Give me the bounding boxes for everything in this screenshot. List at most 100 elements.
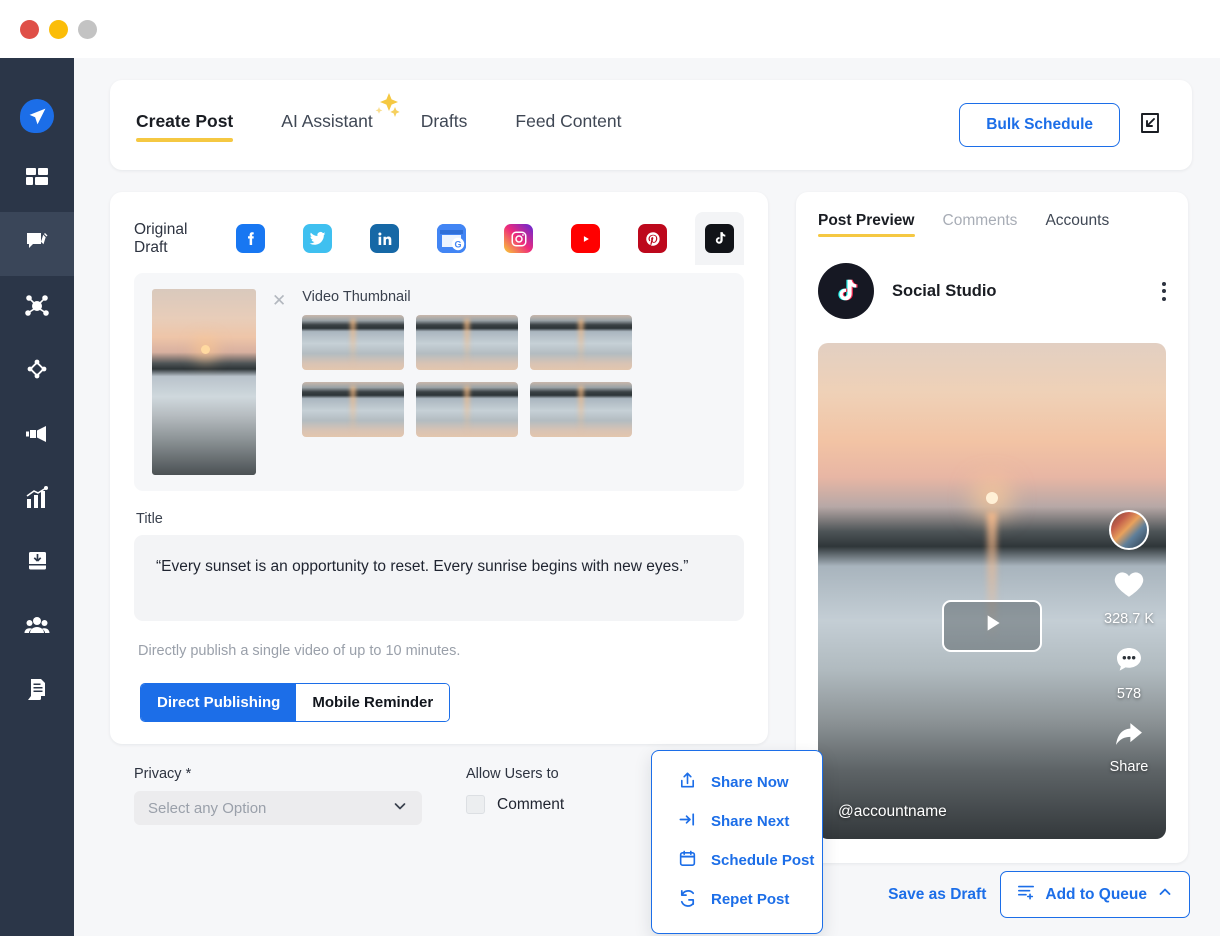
repeat-refresh-icon: [678, 888, 697, 911]
add-to-queue-icon: [1017, 883, 1035, 906]
save-as-draft-button[interactable]: Save as Draft: [888, 886, 986, 904]
sidebar: [0, 58, 74, 936]
tab-drafts[interactable]: Drafts: [421, 111, 468, 140]
sidebar-item-network[interactable]: [0, 276, 74, 340]
thumbnail-option[interactable]: [530, 382, 632, 437]
menu-item-repeat-post-label: Repet Post: [711, 891, 789, 908]
tab-ai-assistant[interactable]: AI Assistant: [281, 111, 372, 140]
window-minimize-button[interactable]: [49, 20, 68, 39]
sidebar-item-reports[interactable]: [0, 660, 74, 724]
header-actions: Bulk Schedule: [959, 103, 1162, 147]
youtube-icon: [571, 224, 600, 253]
network-tab-youtube[interactable]: [561, 212, 628, 265]
thumbnail-option[interactable]: [302, 315, 404, 370]
menu-item-share-now[interactable]: Share Now: [652, 763, 822, 802]
menu-item-schedule-post[interactable]: Schedule Post: [652, 841, 822, 880]
menu-item-share-next[interactable]: Share Next: [652, 802, 822, 841]
chevron-down-icon: [392, 798, 408, 818]
tab-feed-content[interactable]: Feed Content: [515, 111, 621, 140]
sidebar-item-engage[interactable]: [0, 340, 74, 404]
thumbnail-option[interactable]: [530, 315, 632, 370]
title-input[interactable]: “Every sunset is an opportunity to reset…: [134, 535, 744, 621]
allow-users-field: Allow Users to Comment: [466, 766, 564, 814]
ai-sparkle-icon: [359, 85, 407, 138]
menu-item-share-now-label: Share Now: [711, 774, 789, 791]
network-tab-google-business[interactable]: G: [427, 212, 494, 265]
sidebar-item-dashboard[interactable]: [0, 148, 74, 212]
privacy-label: Privacy *: [134, 766, 422, 782]
comment-count: 578: [1117, 686, 1141, 702]
sidebar-item-compose[interactable]: [0, 212, 74, 276]
add-to-queue-label: Add to Queue: [1045, 886, 1147, 904]
twitter-icon: [303, 224, 332, 253]
video-preview[interactable]: 328.7 K 578 Share @accountname: [818, 343, 1166, 839]
arrow-to-line-icon: [678, 810, 697, 833]
tab-feed-content-label: Feed Content: [515, 111, 621, 131]
composer-card: Original Draft: [110, 192, 768, 744]
tab-post-preview[interactable]: Post Preview: [818, 212, 915, 237]
menu-item-repeat-post[interactable]: Repet Post: [652, 880, 822, 919]
kebab-menu-icon[interactable]: [1162, 282, 1166, 301]
tab-create-post[interactable]: Create Post: [136, 111, 233, 140]
sidebar-item-logo[interactable]: [0, 84, 74, 148]
mobile-reminder-button[interactable]: Mobile Reminder: [296, 684, 449, 721]
privacy-select-value: Select any Option: [148, 800, 266, 817]
share-upload-icon: [678, 771, 697, 794]
direct-publishing-button[interactable]: Direct Publishing: [141, 684, 296, 721]
privacy-select[interactable]: Select any Option: [134, 791, 422, 825]
heart-icon[interactable]: [1112, 567, 1146, 606]
svg-text:G: G: [454, 240, 461, 250]
sidebar-item-campaigns[interactable]: [0, 404, 74, 468]
main-video-thumbnail[interactable]: [152, 289, 256, 475]
tab-comments[interactable]: Comments: [943, 212, 1018, 237]
network-tab-pinterest[interactable]: [628, 212, 695, 265]
expand-editor-icon[interactable]: [1138, 111, 1162, 140]
network-tab-twitter[interactable]: [293, 212, 360, 265]
tab-accounts-label: Accounts: [1045, 212, 1109, 229]
creator-avatar[interactable]: [1109, 510, 1149, 550]
composer-actions: Save as Draft Add to Queue: [888, 871, 1190, 918]
tab-comments-label: Comments: [943, 212, 1018, 229]
post-preview-card: Post Preview Comments Accounts: [796, 192, 1188, 863]
megaphone-icon: [24, 421, 50, 452]
instagram-icon: [504, 224, 533, 253]
play-button[interactable]: [942, 600, 1042, 652]
comment-checkbox-label: Comment: [497, 796, 564, 814]
preview-tabs: Post Preview Comments Accounts: [818, 212, 1166, 237]
window-titlebar: [0, 0, 1220, 58]
tab-drafts-label: Drafts: [421, 111, 468, 131]
window-close-button[interactable]: [20, 20, 39, 39]
sidebar-item-analytics[interactable]: [0, 468, 74, 532]
tab-accounts[interactable]: Accounts: [1045, 212, 1109, 237]
network-tab-facebook[interactable]: [226, 212, 293, 265]
thumbnail-option[interactable]: [416, 315, 518, 370]
bulk-schedule-button[interactable]: Bulk Schedule: [959, 103, 1120, 147]
allow-users-label: Allow Users to: [466, 766, 564, 782]
add-to-queue-button[interactable]: Add to Queue: [1000, 871, 1190, 918]
engagement-rail: 328.7 K 578 Share: [1104, 510, 1154, 775]
menu-item-share-next-label: Share Next: [711, 813, 789, 830]
preview-account-row: Social Studio: [818, 263, 1166, 319]
bar-chart-trend-icon: [24, 485, 50, 516]
play-icon: [979, 610, 1005, 641]
tab-create-post-label: Create Post: [136, 111, 233, 131]
diamond-nodes-icon: [24, 357, 50, 388]
sidebar-item-inbox[interactable]: [0, 532, 74, 596]
comment-bubble-icon[interactable]: [1113, 644, 1145, 681]
window-maximize-button[interactable]: [78, 20, 97, 39]
sidebar-item-team[interactable]: [0, 596, 74, 660]
share-arrow-icon[interactable]: [1112, 719, 1146, 754]
privacy-field: Privacy * Select any Option: [134, 766, 422, 825]
menu-item-schedule-post-label: Schedule Post: [711, 852, 814, 869]
main-tabs: Create Post AI Assistant: [136, 111, 669, 140]
network-tab-tiktok[interactable]: [695, 212, 744, 265]
comment-checkbox[interactable]: [466, 795, 485, 814]
network-tab-instagram[interactable]: [494, 212, 561, 265]
comment-checkbox-row: Comment: [466, 795, 564, 814]
network-tab-linkedin[interactable]: [360, 212, 427, 265]
close-icon[interactable]: ✕: [272, 289, 286, 475]
thumbnail-option[interactable]: [416, 382, 518, 437]
thumbnail-option[interactable]: [302, 382, 404, 437]
calendar-icon: [678, 849, 697, 872]
facebook-icon: [236, 224, 265, 253]
